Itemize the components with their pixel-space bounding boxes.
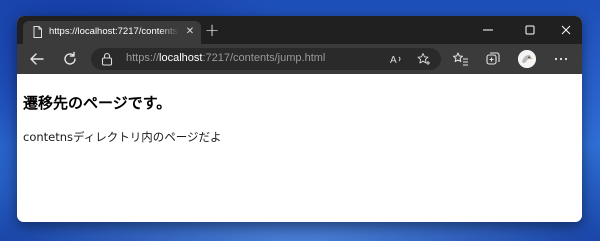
page-icon xyxy=(33,26,42,38)
tab-title: https://localhost:7217/contents/j xyxy=(49,26,179,37)
lock-icon[interactable] xyxy=(101,52,113,66)
close-icon[interactable]: ✕ xyxy=(183,25,197,39)
profile-avatar[interactable] xyxy=(518,50,536,68)
browser-window: https://localhost:7217/contents/j ✕ + ht… xyxy=(17,16,582,222)
minimize-icon[interactable] xyxy=(481,23,495,37)
url-scheme: https:// xyxy=(126,52,160,64)
page-text: contetnsディレクトリ内のページだよ xyxy=(23,130,222,144)
active-tab[interactable]: https://localhost:7217/contents/j ✕ xyxy=(23,21,201,44)
back-arrow-icon[interactable] xyxy=(29,51,45,67)
collections-icon[interactable] xyxy=(485,51,501,67)
address-bar[interactable]: https://localhost:7217/contents/jump.htm… xyxy=(91,48,441,70)
favorite-add-icon[interactable] xyxy=(417,52,431,66)
url-text[interactable]: https://localhost:7217/contents/jump.htm… xyxy=(126,52,325,66)
svg-text:A: A xyxy=(390,55,397,66)
url-host: localhost xyxy=(159,52,203,64)
browser-toolbar: https://localhost:7217/contents/jump.htm… xyxy=(17,44,582,74)
avatar-image xyxy=(518,50,536,68)
maximize-icon[interactable] xyxy=(523,23,537,37)
favorites-icon[interactable] xyxy=(453,51,469,67)
more-icon[interactable] xyxy=(553,51,569,67)
page-heading: 遷移先のページです。 xyxy=(23,94,172,112)
plus-icon[interactable]: + xyxy=(203,22,221,40)
refresh-icon[interactable] xyxy=(62,51,78,67)
read-aloud-icon[interactable]: A xyxy=(389,52,403,66)
window-close-icon[interactable] xyxy=(559,23,573,37)
url-path: :7217/contents/jump.html xyxy=(202,52,326,64)
page-content: 遷移先のページです。 contetnsディレクトリ内のページだよ xyxy=(17,74,582,222)
title-bar: https://localhost:7217/contents/j ✕ + xyxy=(17,16,582,44)
